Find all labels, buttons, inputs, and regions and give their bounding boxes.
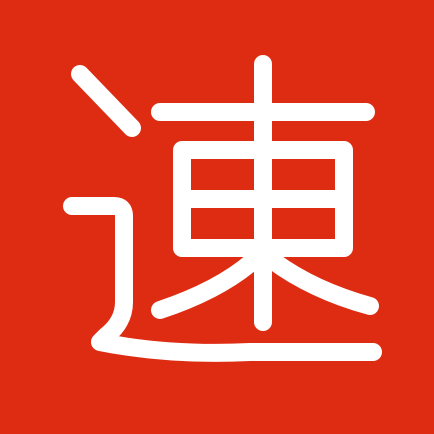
character-glyph-icon <box>63 55 382 362</box>
radical-dot-stroke <box>71 65 141 137</box>
right-falling-stroke <box>263 251 379 315</box>
app-icon-tile: 速 <box>0 0 434 434</box>
left-falling-stroke <box>151 251 263 319</box>
